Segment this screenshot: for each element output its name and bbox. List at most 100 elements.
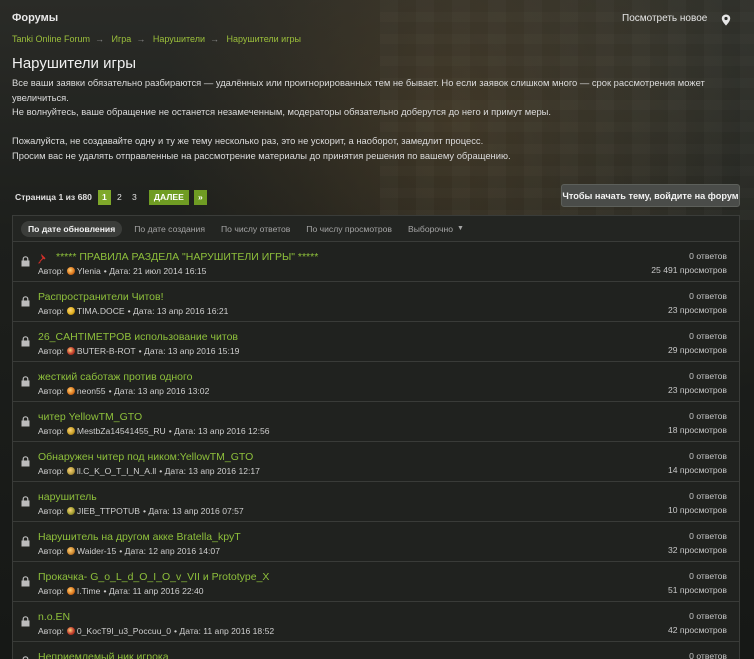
rank-icon [66, 427, 75, 435]
topic-list: По дате обновления По дате создания По ч… [12, 215, 740, 659]
topic-date: • Дата: 13 апр 2016 12:17 [159, 466, 260, 476]
breadcrumb: Tanki Online Forum → Игра → Нарушители → На… [12, 34, 301, 44]
lock-icon [21, 334, 30, 347]
topic-date: • Дата: 11 апр 2016 18:52 [174, 626, 275, 636]
filter-by-creation-date[interactable]: По дате создания [134, 221, 205, 237]
view-count: 14 просмотров [667, 464, 727, 475]
topic-row[interactable]: ***** ПРАВИЛА РАЗДЕЛА "НАРУШИТЕЛИ ИГРЫ" … [13, 242, 739, 282]
reply-count: 0 ответов [689, 611, 727, 621]
author-prefix: Автор: [38, 586, 64, 596]
topic-meta: Автор: ll.C_K_O_T_I_N_A.ll • Дата: 13 апр … [38, 466, 260, 476]
topic-row[interactable]: n.o.EN Автор: 0_KocT9I_u3_Poccuu_0 • Дата: … [13, 602, 739, 642]
page-title: Нарушители игры [12, 55, 137, 72]
reply-count: 0 ответов [689, 331, 727, 341]
topic-title-link[interactable]: Обнаружен читер под ником:YellowTM_GTO [38, 451, 253, 463]
breadcrumb-item[interactable]: Нарушители игры [227, 34, 301, 44]
filter-custom-dropdown[interactable]: Выборочно ▼ [408, 221, 464, 237]
page-indicator: Страница 1 из 680 [15, 192, 92, 202]
topic-row[interactable]: Распространители Читов! Автор: TIMA.DOCE • … [13, 282, 739, 322]
reply-count: 0 ответов [689, 531, 727, 541]
author-prefix: Автор: [38, 306, 64, 316]
topic-row[interactable]: Неприемлемый ник игрока 0 ответов [13, 642, 739, 659]
page-button-2[interactable]: 2 [113, 190, 126, 205]
forums-link[interactable]: Форумы [12, 12, 58, 24]
author-prefix: Автор: [38, 266, 64, 276]
author-link[interactable]: TIMA.DOCE [77, 306, 125, 316]
author-link[interactable]: 0_KocT9I_u3_Poccuu_0 [77, 626, 171, 636]
topic-title-link[interactable]: n.o.EN [38, 611, 70, 623]
filter-by-replies[interactable]: По числу ответов [221, 221, 290, 237]
description-line: Не волнуйтесь, ваше обращение не останет… [12, 106, 552, 118]
topic-title-link[interactable]: 26_CAHTIMETPOB использование читов [38, 331, 238, 343]
topic-title-link[interactable]: Распространители Читов! [38, 291, 164, 303]
author-prefix: Автор: [38, 346, 64, 356]
topic-meta: Автор: neon55 • Дата: 13 апр 2016 13:02 [38, 386, 209, 396]
topic-title-link[interactable]: читер YellowTM_GTO [38, 411, 142, 423]
filter-by-update-date[interactable]: По дате обновления [21, 220, 123, 237]
breadcrumb-item[interactable]: Игра [112, 34, 132, 44]
topic-date: • Дата: 13 апр 2016 15:19 [138, 346, 240, 356]
page-button-3[interactable]: 3 [128, 190, 141, 205]
filter-custom-label: Выборочно [407, 223, 453, 234]
topic-row[interactable]: жесткий саботаж против одного Автор: neon5… [13, 362, 739, 402]
page-button-1[interactable]: 1 [97, 189, 111, 205]
view-count: 42 просмотров [667, 624, 727, 635]
topic-date: • Дата: 13 апр 2016 13:02 [108, 386, 210, 396]
forum-description: Все ваши заявки обязательно разбираются … [12, 76, 740, 164]
location-pin-icon[interactable] [721, 14, 731, 26]
next-page-button[interactable]: ДАЛЕЕ [148, 189, 189, 205]
topic-stats: 0 ответов 25 491 просмотров [651, 250, 727, 277]
lock-icon [21, 454, 30, 467]
topic-date: • Дата: 13 апр 2016 07:57 [142, 506, 244, 516]
topic-title-link[interactable]: Прокачка- G_o_L_d_O_I_O_v_VII и Prototyp… [38, 571, 269, 583]
topic-title-link[interactable]: жесткий саботаж против одного [38, 371, 192, 383]
last-page-button[interactable]: » [193, 189, 207, 205]
reply-count: 0 ответов [689, 491, 727, 501]
filter-by-views[interactable]: По числу просмотров [306, 221, 392, 237]
author-link[interactable]: ll.C_K_O_T_I_N_A.ll [77, 466, 156, 476]
author-link[interactable]: JIEB_TTPOTUB [77, 506, 140, 516]
login-to-start-topic-button[interactable]: Чтобы начать тему, войдите на форум [561, 184, 740, 207]
topic-stats: 0 ответов 32 просмотров [668, 530, 727, 557]
rank-icon [66, 627, 75, 635]
rank-icon [66, 387, 75, 395]
author-link[interactable]: neon55 [77, 386, 106, 396]
view-count: 32 просмотров [667, 544, 727, 555]
author-link[interactable]: BUTER-B-ROT [77, 346, 136, 356]
topic-row[interactable]: 26_CAHTIMETPOB использование читов Автор:… [13, 322, 739, 362]
pin-icon [38, 253, 46, 264]
reply-count: 0 ответов [689, 291, 727, 301]
topic-title-link[interactable]: ***** ПРАВИЛА РАЗДЕЛА "НАРУШИТЕЛИ ИГРЫ" … [56, 251, 318, 263]
whats-new-link[interactable]: Посмотреть новое [622, 13, 707, 24]
author-prefix: Автор: [38, 466, 64, 476]
description-line: Все ваши заявки обязательно разбираются … [12, 77, 705, 103]
topic-meta: Автор: JIEB_TTPOTUB • Дата: 13 апр 2016 07… [38, 506, 244, 516]
sort-filters: По дате обновления По дате создания По ч… [13, 216, 739, 242]
topic-title-link[interactable]: Нарушитель на другом акке Bratella_kpyT [38, 531, 241, 543]
topic-row[interactable]: нарушитель Автор: JIEB_TTPOTUB • Дата: 13 а… [13, 482, 739, 522]
author-link[interactable]: I.Time [77, 586, 101, 596]
author-link[interactable]: Ylenia [77, 266, 101, 276]
topic-title-link[interactable]: нарушитель [38, 491, 97, 503]
rank-icon [66, 587, 75, 595]
author-link[interactable]: Waider-15 [77, 546, 116, 556]
author-link[interactable]: MestbZa14541455_RU [77, 426, 166, 436]
topic-title-link[interactable]: Неприемлемый ник игрока [38, 651, 169, 659]
topic-row[interactable]: Нарушитель на другом акке Bratella_kpyT А… [13, 522, 739, 562]
topic-stats: 0 ответов [689, 650, 727, 659]
breadcrumb-item[interactable]: Tanki Online Forum [12, 34, 90, 44]
topic-row[interactable]: читер YellowTM_GTO Автор: MestbZa14541455_… [13, 402, 739, 442]
topic-row[interactable]: Прокачка- G_o_L_d_O_I_O_v_VII и Prototyp… [13, 562, 739, 602]
author-prefix: Автор: [38, 386, 64, 396]
topic-stats: 0 ответов 42 просмотров [668, 610, 727, 637]
rank-icon [66, 347, 75, 355]
view-count: 10 просмотров [667, 504, 727, 515]
description-line: Пожалуйста, не создавайте одну и ту же т… [12, 135, 484, 147]
topic-date: • Дата: 12 апр 2016 14:07 [119, 546, 220, 556]
lock-icon [21, 574, 30, 587]
view-count: 23 просмотров [667, 384, 727, 395]
breadcrumb-item[interactable]: Нарушители [153, 34, 205, 44]
topic-meta: Автор: Ylenia • Дата: 21 июл 2014 16:15 [38, 266, 206, 276]
topic-row[interactable]: Обнаружен читер под ником:YellowTM_GTO Ав… [13, 442, 739, 482]
lock-icon [21, 294, 30, 307]
